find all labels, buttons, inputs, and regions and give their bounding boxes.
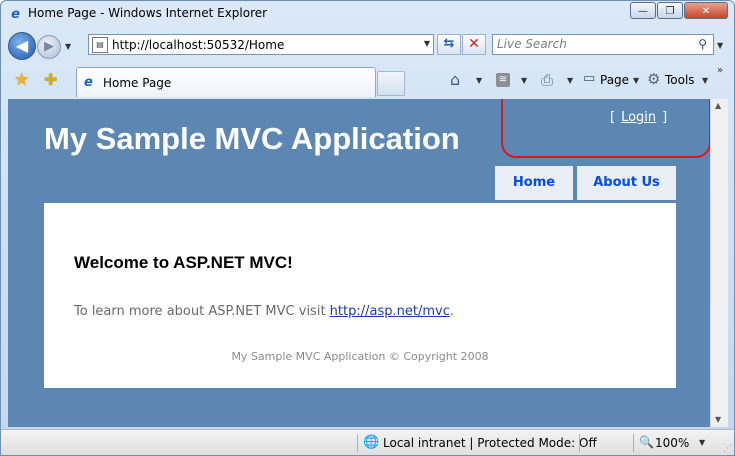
close-button[interactable]: ✕ bbox=[684, 2, 728, 19]
status-separator bbox=[579, 434, 580, 452]
ie-logo-icon: e bbox=[11, 7, 20, 22]
main-content: Welcome to ASP.NET MVC! To learn more ab… bbox=[44, 203, 676, 388]
window-title: Home Page - Windows Internet Explorer bbox=[28, 6, 268, 20]
learn-more-text: To learn more about ASP.NET MVC visit ht… bbox=[74, 304, 454, 319]
status-separator bbox=[633, 434, 634, 452]
tools-gear-icon: ⚙ bbox=[647, 70, 661, 88]
forward-button[interactable]: ▶ bbox=[37, 35, 61, 59]
menu-item-home[interactable]: Home bbox=[495, 166, 573, 200]
search-icon[interactable]: ⚲ bbox=[698, 37, 707, 51]
page-icon: ▤ bbox=[92, 37, 108, 53]
scroll-up-icon[interactable]: ▲ bbox=[715, 101, 721, 110]
page-menu-icon: ▭ bbox=[583, 71, 596, 86]
address-bar[interactable]: ▤ http://localhost:50532/Home ▼ bbox=[88, 34, 434, 55]
page-dropdown-icon[interactable]: ▼ bbox=[633, 76, 639, 85]
address-dropdown-icon[interactable]: ▼ bbox=[424, 39, 430, 48]
minimize-button[interactable]: — bbox=[630, 2, 656, 19]
tools-menu[interactable]: Tools bbox=[665, 73, 695, 87]
navigation-bar: ◀ ▶ ▼ ▤ http://localhost:50532/Home ▼ ⇆ … bbox=[1, 29, 734, 63]
scroll-down-icon[interactable]: ▼ bbox=[715, 415, 721, 424]
ie-window: e Home Page - Windows Internet Explorer … bbox=[0, 0, 735, 456]
maximize-button[interactable]: ❐ bbox=[657, 2, 683, 19]
tab-home-page[interactable]: e Home Page bbox=[76, 67, 376, 97]
learn-more-prefix: To learn more about ASP.NET MVC visit bbox=[74, 304, 330, 319]
title-bar: e Home Page - Windows Internet Explorer … bbox=[1, 1, 734, 27]
site-title: My Sample MVC Application bbox=[44, 121, 460, 156]
asp-net-mvc-link[interactable]: http://asp.net/mvc bbox=[330, 304, 450, 319]
new-tab-button[interactable] bbox=[377, 71, 405, 96]
footer-copyright: My Sample MVC Application © Copyright 20… bbox=[231, 350, 489, 363]
tab-label: Home Page bbox=[103, 76, 172, 90]
welcome-heading: Welcome to ASP.NET MVC! bbox=[74, 253, 293, 272]
command-bar: ★ ✚ e Home Page ⌂ ▼ ≋ ▼ ⎙ ▼ ▭ Page ▼ ⚙ T… bbox=[1, 65, 734, 97]
ie-page-icon: e bbox=[84, 75, 93, 90]
address-text[interactable]: http://localhost:50532/Home bbox=[112, 38, 284, 52]
zoom-dropdown-icon[interactable]: ▼ bbox=[699, 438, 705, 447]
zoom-magnifier-icon: 🔍 bbox=[639, 435, 654, 449]
favorites-star-icon[interactable]: ★ bbox=[14, 70, 29, 90]
main-menu: Home About Us bbox=[495, 166, 676, 200]
intranet-globe-icon: 🌐 bbox=[363, 435, 380, 450]
search-dropdown-icon[interactable]: ▼ bbox=[717, 41, 723, 50]
add-favorites-icon[interactable]: ✚ bbox=[44, 70, 57, 89]
annotation-highlight-circle bbox=[501, 99, 710, 158]
security-zone-text[interactable]: Local intranet | Protected Mode: Off bbox=[383, 436, 597, 450]
page-menu[interactable]: Page bbox=[600, 73, 629, 87]
print-icon[interactable]: ⎙ bbox=[541, 71, 553, 89]
search-box[interactable]: ⚲ bbox=[492, 34, 714, 55]
stop-button[interactable]: ✕ bbox=[462, 34, 486, 55]
menu-item-about-us[interactable]: About Us bbox=[577, 166, 676, 200]
recent-pages-dropdown-icon[interactable]: ▼ bbox=[65, 42, 71, 51]
print-dropdown-icon[interactable]: ▼ bbox=[567, 76, 573, 85]
resize-grip-icon[interactable]: ⋰ bbox=[723, 444, 732, 454]
home-dropdown-icon[interactable]: ▼ bbox=[476, 76, 482, 85]
learn-more-suffix: . bbox=[449, 304, 454, 319]
chevron-more-icon[interactable]: » bbox=[717, 65, 723, 76]
zoom-level[interactable]: 100% bbox=[655, 436, 689, 450]
vertical-scrollbar[interactable]: ▲ ▼ bbox=[710, 99, 728, 427]
status-separator bbox=[357, 434, 358, 452]
refresh-button[interactable]: ⇆ bbox=[437, 34, 461, 55]
feeds-dropdown-icon[interactable]: ▼ bbox=[521, 76, 527, 85]
window-controls: — ❐ ✕ bbox=[629, 2, 728, 19]
web-page-viewport: My Sample MVC Application [Login] Home A… bbox=[8, 99, 710, 427]
tools-dropdown-icon[interactable]: ▼ bbox=[702, 76, 708, 85]
feeds-icon[interactable]: ≋ bbox=[496, 73, 510, 87]
search-input[interactable] bbox=[495, 36, 689, 52]
home-icon[interactable]: ⌂ bbox=[450, 70, 460, 89]
back-button[interactable]: ◀ bbox=[8, 32, 36, 60]
status-bar: 🌐 Local intranet | Protected Mode: Off 🔍… bbox=[1, 429, 734, 455]
